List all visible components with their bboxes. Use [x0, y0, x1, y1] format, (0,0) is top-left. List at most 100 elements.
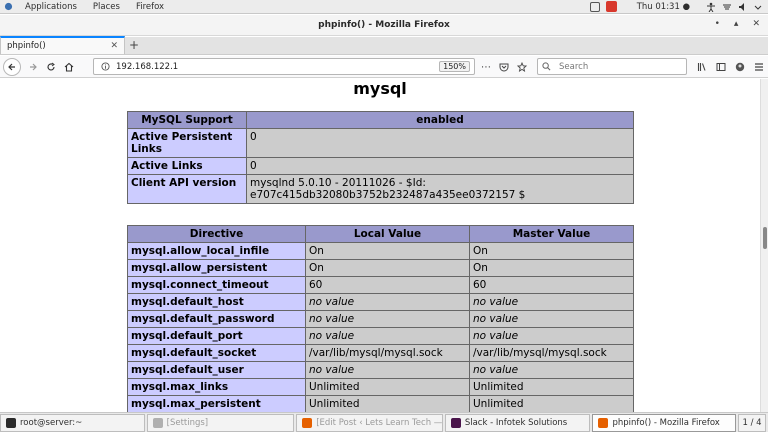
task-label: phpinfo() - Mozilla Firefox: [612, 417, 720, 428]
table-row: mysql.default_user no value no value: [127, 361, 634, 379]
power-icon[interactable]: [754, 3, 762, 11]
master-value-cell: 60: [469, 276, 634, 294]
account-icon[interactable]: [735, 62, 745, 72]
master-value-cell: On: [469, 259, 634, 277]
minimize-button[interactable]: •: [715, 19, 720, 29]
window-title: phpinfo() - Mozilla Firefox: [318, 20, 450, 30]
directive-name-cell: mysql.max_links: [127, 378, 306, 396]
table-key-cell: Active Persistent Links: [127, 128, 247, 158]
table-row: mysql.allow_local_infile On On: [127, 242, 634, 260]
pocket-icon[interactable]: [499, 62, 509, 72]
local-value-cell: Unlimited: [305, 378, 470, 396]
local-value-cell: On: [305, 259, 470, 277]
table-key-cell: Client API version: [127, 174, 247, 204]
task-settings[interactable]: [Settings]: [146, 413, 295, 432]
table-value-cell: 0: [246, 157, 634, 175]
network-icon[interactable]: [722, 2, 732, 12]
table-header-cell: enabled: [246, 111, 634, 129]
table-header-row: Directive Local Value Master Value: [127, 225, 634, 243]
menu-firefox[interactable]: Firefox: [128, 2, 172, 12]
home-button[interactable]: [60, 58, 78, 76]
maximize-button[interactable]: ▴: [734, 19, 739, 29]
zoom-level-button[interactable]: 150%: [439, 61, 470, 72]
info-icon[interactable]: [98, 60, 112, 74]
table-header-cell: Master Value: [469, 225, 634, 243]
local-value-cell: 60: [305, 276, 470, 294]
master-value-cell: no value: [469, 310, 634, 328]
library-icon[interactable]: [697, 62, 707, 72]
table-key-cell: Active Links: [127, 157, 247, 175]
no-value-text: no value: [309, 330, 355, 342]
directive-name-cell: mysql.default_host: [127, 293, 306, 311]
scrollbar-thumb[interactable]: [763, 227, 767, 249]
directive-table-body: Directive Local Value Master Value mysql…: [127, 225, 634, 412]
search-placeholder: Search: [559, 61, 589, 72]
local-value-cell: no value: [305, 361, 470, 379]
directive-name-cell: mysql.default_port: [127, 327, 306, 345]
url-bar[interactable]: 192.168.122.1 150%: [93, 58, 475, 75]
new-tab-button[interactable]: +: [125, 36, 143, 54]
search-icon: [542, 62, 556, 71]
master-value-cell: Unlimited: [469, 378, 634, 396]
table-row: mysql.max_persistent Unlimited Unlimited: [127, 395, 634, 412]
table-row: mysql.default_port no value no value: [127, 327, 634, 345]
forward-button[interactable]: [24, 58, 42, 76]
reload-icon: [47, 62, 55, 71]
table-row: Active Links 0: [127, 157, 634, 175]
close-tab-icon[interactable]: ✕: [110, 41, 118, 51]
page-content: mysql MySQL Support enabled Active Persi…: [0, 79, 760, 412]
master-value-cell: On: [469, 242, 634, 260]
no-value-text: no value: [309, 313, 355, 325]
accessibility-icon[interactable]: [706, 2, 716, 12]
master-value-cell: no value: [469, 361, 634, 379]
arrow-left-icon: [8, 63, 15, 70]
table-header-cell: Local Value: [305, 225, 470, 243]
menu-places[interactable]: Places: [85, 2, 128, 12]
clock[interactable]: Thu 01:31 ●: [637, 2, 690, 12]
url-text[interactable]: 192.168.122.1: [116, 62, 439, 72]
master-value-cell: Unlimited: [469, 395, 634, 412]
page-scrollbar[interactable]: [760, 79, 768, 412]
page-actions-icon[interactable]: ⋯: [481, 62, 491, 73]
task-slack[interactable]: Slack - Infotek Solutions: [444, 413, 591, 432]
window-list-taskbar: root@server:~ [Settings] [Edit Post ‹ Le…: [0, 412, 768, 432]
slack-icon: [450, 417, 461, 428]
task-label: Slack - Infotek Solutions: [464, 417, 568, 428]
home-icon: [64, 62, 74, 72]
settings-icon: [152, 417, 163, 428]
app-tray-icon[interactable]: [605, 1, 617, 12]
sidebar-icon[interactable]: [716, 62, 726, 72]
master-value-cell: no value: [469, 293, 634, 311]
page-heading: mysql: [353, 79, 407, 98]
firefox-icon: [598, 417, 609, 428]
close-window-button[interactable]: ✕: [752, 19, 760, 29]
reload-button[interactable]: [42, 58, 60, 76]
hamburger-menu-icon[interactable]: [754, 62, 764, 72]
local-value-cell: On: [305, 242, 470, 260]
search-input[interactable]: Search: [537, 58, 687, 75]
local-value-cell: no value: [305, 327, 470, 345]
gnome-top-bar: Applications Places Firefox Thu 01:31 ●: [0, 0, 768, 14]
task-terminal[interactable]: root@server:~: [0, 413, 145, 432]
local-value-cell: Unlimited: [305, 395, 470, 412]
directive-name-cell: mysql.allow_persistent: [127, 259, 306, 277]
applications-icon: [4, 2, 13, 11]
master-value-cell: no value: [469, 327, 634, 345]
tab-phpinfo[interactable]: phpinfo() ✕: [0, 36, 125, 54]
task-edit-post[interactable]: [Edit Post ‹ Lets Learn Tech — Wor...: [296, 413, 443, 432]
task-label: [Edit Post ‹ Lets Learn Tech — Wor...: [316, 417, 443, 428]
bookmark-star-icon[interactable]: [517, 62, 527, 72]
table-row: mysql.default_password no value no value: [127, 310, 634, 328]
table-row: mysql.max_links Unlimited Unlimited: [127, 378, 634, 396]
network-tray-icon[interactable]: [589, 1, 600, 12]
directive-name-cell: mysql.max_persistent: [127, 395, 306, 412]
mysql-directive-table: Directive Local Value Master Value mysql…: [127, 225, 634, 412]
task-firefox-phpinfo[interactable]: phpinfo() - Mozilla Firefox: [592, 413, 737, 432]
menu-applications[interactable]: Applications: [17, 2, 85, 12]
volume-icon[interactable]: [738, 2, 748, 12]
table-row: mysql.default_host no value no value: [127, 293, 634, 311]
directive-name-cell: mysql.default_password: [127, 310, 306, 328]
directive-name-cell: mysql.default_user: [127, 361, 306, 379]
back-button[interactable]: [3, 57, 21, 76]
workspace-indicator[interactable]: 1 / 4: [738, 413, 766, 432]
